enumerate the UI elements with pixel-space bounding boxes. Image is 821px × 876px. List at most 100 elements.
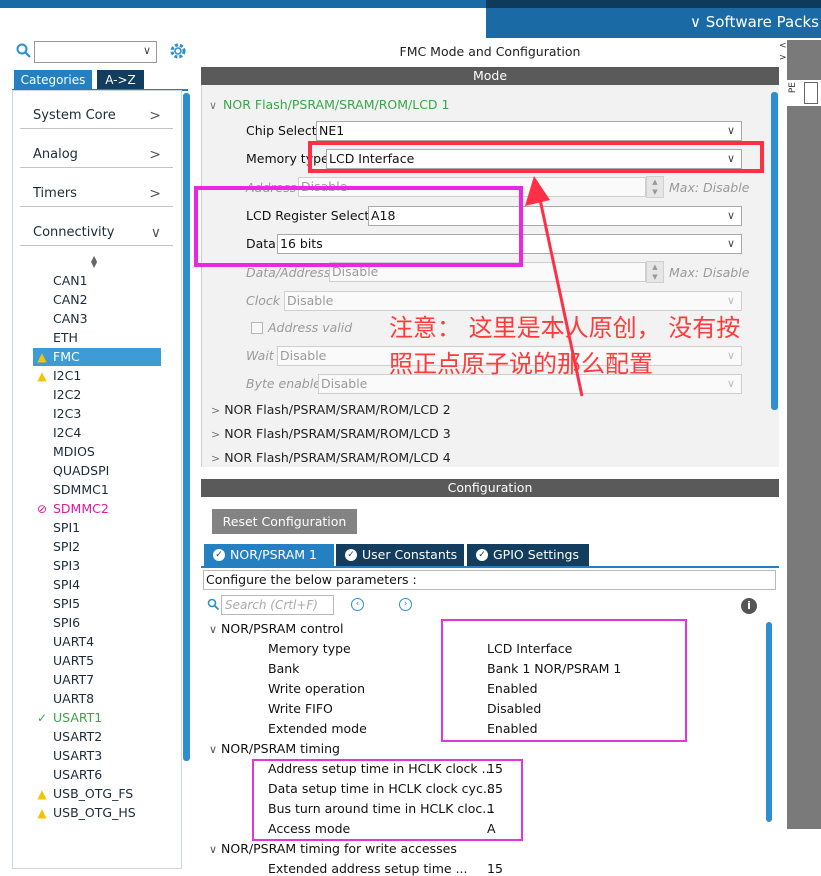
- peripheral-item-usart1[interactable]: ✓ USART1: [33, 709, 161, 727]
- peripheral-item-spi4[interactable]: SPI4: [33, 576, 161, 594]
- top-bar-tab-dark[interactable]: [486, 0, 821, 8]
- search-icon: [207, 598, 220, 611]
- param-group-label: NOR/PSRAM timing: [221, 741, 340, 756]
- clock-combo: Disable ∨: [284, 291, 742, 311]
- next-icon[interactable]: ›: [399, 598, 412, 611]
- panel-title: FMC Mode and Configuration: [399, 44, 581, 59]
- peripheral-item-usb_otg_fs[interactable]: ▲ USB_OTG_FS: [33, 785, 161, 803]
- chevron-right-icon: >: [211, 452, 221, 465]
- wait-label: Wait: [246, 348, 274, 363]
- warning-icon: ▲: [37, 350, 47, 364]
- warning-icon: ▲: [37, 806, 47, 820]
- peripheral-item-i2c2[interactable]: I2C2: [33, 386, 161, 404]
- peripheral-item-usart6[interactable]: USART6: [33, 766, 161, 784]
- param-group[interactable]: ∨ NOR/PSRAM timing: [209, 741, 340, 756]
- search-icon[interactable]: [16, 43, 32, 59]
- tab-gpio-settings[interactable]: ✓ GPIO Settings: [467, 544, 589, 566]
- peripheral-item-sdmmc1[interactable]: SDMMC1: [33, 481, 161, 499]
- param-label: Write FIFO: [268, 701, 333, 716]
- peripheral-item-uart8[interactable]: UART8: [33, 690, 161, 708]
- peripheral-item-usart3[interactable]: USART3: [33, 747, 161, 765]
- peripheral-label: SDMMC2: [53, 501, 109, 516]
- config-scrollbar[interactable]: [766, 622, 772, 822]
- address-max: Max: Disable: [669, 180, 750, 195]
- sort-icon[interactable]: ▲ ▼: [91, 255, 97, 269]
- info-icon[interactable]: i: [741, 598, 757, 614]
- param-group-label: NOR/PSRAM timing for write accesses: [221, 841, 457, 856]
- reset-configuration-button[interactable]: Reset Configuration: [212, 509, 357, 534]
- tab-nor-psram-1[interactable]: ✓ NOR/PSRAM 1: [204, 544, 334, 566]
- chevron-down-icon: ∨: [150, 225, 161, 241]
- config-description: Configure the below parameters :: [203, 570, 776, 590]
- chevron-down-icon: ∨: [209, 743, 218, 756]
- chevron-right-icon: >: [149, 186, 161, 202]
- tree-item-lcd4[interactable]: > NOR Flash/PSRAM/SRAM/ROM/LCD 4: [211, 450, 451, 465]
- chevron-right-icon: >: [211, 404, 221, 417]
- param-label: Bank: [268, 661, 300, 676]
- peripheral-label: USART1: [53, 710, 103, 725]
- parameter-search-input[interactable]: Search (Crtl+F): [221, 595, 334, 615]
- category-connectivity[interactable]: Connectivity ∨: [20, 220, 173, 246]
- peripheral-item-i2c4[interactable]: I2C4: [33, 424, 161, 442]
- tree-item-lcd3[interactable]: > NOR Flash/PSRAM/SRAM/ROM/LCD 3: [211, 426, 451, 441]
- gear-icon[interactable]: [168, 41, 188, 61]
- tab-user-constants[interactable]: ✓ User Constants: [336, 544, 464, 566]
- peripheral-item-spi6[interactable]: SPI6: [33, 614, 161, 632]
- peripheral-label: FMC: [53, 349, 80, 364]
- chevron-down-icon: ∨: [209, 623, 218, 636]
- chevron-down-icon: ∨: [726, 209, 735, 222]
- param-group[interactable]: ∨ NOR/PSRAM control: [209, 621, 343, 636]
- left-scrollbar[interactable]: [183, 93, 190, 761]
- previous-icon[interactable]: ‹: [351, 598, 364, 611]
- collapse-arrow-icon[interactable]: < >: [779, 40, 787, 80]
- peripheral-item-spi3[interactable]: SPI3: [33, 557, 161, 575]
- address-valid-label: Address valid: [268, 320, 353, 335]
- peripheral-item-uart4[interactable]: UART4: [33, 633, 161, 651]
- data-address-spinner: ▲ ▼: [646, 261, 664, 283]
- pinout-view: [787, 40, 821, 829]
- peripheral-item-can1[interactable]: CAN1: [33, 272, 161, 290]
- peripheral-item-spi1[interactable]: SPI1: [33, 519, 161, 537]
- category-timers[interactable]: Timers >: [20, 181, 173, 207]
- category-analog[interactable]: Analog >: [20, 142, 173, 168]
- tree-label: NOR Flash/PSRAM/SRAM/ROM/LCD 4: [224, 450, 451, 465]
- peripheral-item-spi5[interactable]: SPI5: [33, 595, 161, 613]
- check-icon: ✓: [476, 549, 488, 561]
- clock-label: Clock: [246, 293, 280, 308]
- software-packs-menu[interactable]: ∨ Software Packs: [690, 13, 819, 31]
- peripheral-search-combo[interactable]: ∨: [34, 41, 157, 63]
- annotation-magenta-box: [194, 186, 523, 267]
- tree-item-lcd1[interactable]: ∨ NOR Flash/PSRAM/SRAM/ROM/LCD 1: [209, 97, 450, 112]
- chip-select-combo[interactable]: NE1 ∨: [316, 121, 742, 141]
- tree-item-lcd2[interactable]: > NOR Flash/PSRAM/SRAM/ROM/LCD 2: [211, 402, 451, 417]
- chevron-down-icon: ∨: [209, 99, 218, 112]
- annotation-magenta-box: [252, 759, 523, 841]
- address-spinner: ▲ ▼: [646, 176, 664, 198]
- peripheral-item-i2c3[interactable]: I2C3: [33, 405, 161, 423]
- peripheral-item-fmc[interactable]: ▲ FMC: [33, 348, 161, 366]
- peripheral-item-sdmmc2[interactable]: ⊘ SDMMC2: [33, 500, 161, 518]
- peripheral-label: USB_OTG_FS: [53, 786, 134, 801]
- param-group[interactable]: ∨ NOR/PSRAM timing for write accesses: [209, 841, 457, 856]
- tab-a-z[interactable]: A->Z: [97, 70, 144, 90]
- peripheral-item-uart7[interactable]: UART7: [33, 671, 161, 689]
- peripheral-label: SPI6: [53, 615, 81, 630]
- peripheral-item-eth[interactable]: ETH: [33, 329, 161, 347]
- address-valid-checkbox[interactable]: [251, 322, 263, 334]
- peripheral-item-mdios[interactable]: MDIOS: [33, 443, 161, 461]
- peripheral-label: SPI3: [53, 558, 81, 573]
- peripheral-item-can3[interactable]: CAN3: [33, 310, 161, 328]
- peripheral-item-spi2[interactable]: SPI2: [33, 538, 161, 556]
- category-system-core[interactable]: System Core >: [20, 103, 173, 129]
- tab-categories[interactable]: Categories: [14, 70, 92, 90]
- peripheral-item-quadspi[interactable]: QUADSPI: [33, 462, 161, 480]
- peripheral-item-usart2[interactable]: USART2: [33, 728, 161, 746]
- peripheral-item-can2[interactable]: CAN2: [33, 291, 161, 309]
- peripheral-item-i2c1[interactable]: ▲ I2C1: [33, 367, 161, 385]
- peripheral-label: USART6: [53, 767, 103, 782]
- combo-value: Disable: [280, 348, 327, 363]
- peripheral-item-uart5[interactable]: UART5: [33, 652, 161, 670]
- tab-label: NOR/PSRAM 1: [230, 547, 317, 562]
- combo-value: Disable: [287, 293, 334, 308]
- peripheral-item-usb_otg_hs[interactable]: ▲ USB_OTG_HS: [33, 804, 161, 822]
